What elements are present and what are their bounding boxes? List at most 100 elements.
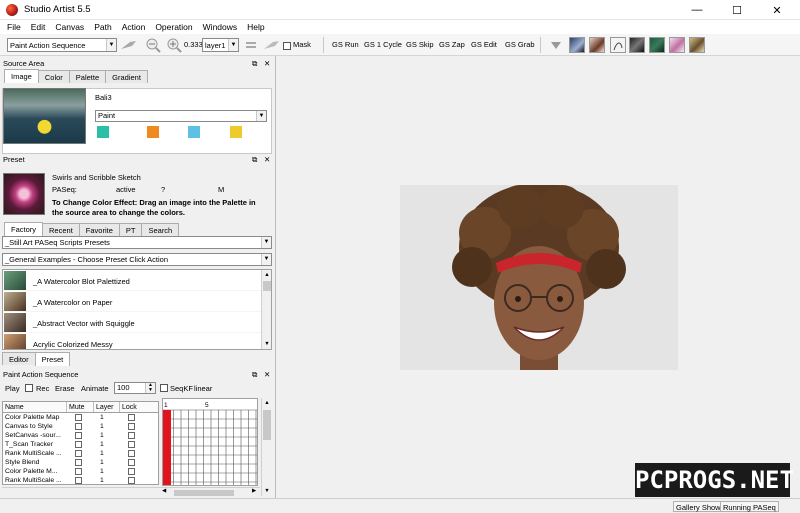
list-item[interactable]: _Abstract Vector with Squiggle: [3, 312, 271, 333]
tab-favorite[interactable]: Favorite: [78, 223, 120, 236]
lock-checkbox[interactable]: [128, 468, 135, 475]
rec-checkbox[interactable]: [25, 384, 33, 392]
mute-checkbox[interactable]: [75, 468, 82, 475]
close-icon[interactable]: ✕: [264, 369, 270, 380]
preset-category-select[interactable]: _Still Art PASeq Scripts Presets ▼: [2, 236, 272, 249]
zoom-in-icon[interactable]: [166, 37, 182, 53]
tab-gradient[interactable]: Gradient: [105, 70, 148, 83]
table-row[interactable]: T_Scan Tracker 1: [3, 440, 158, 449]
menu-help[interactable]: Help: [242, 22, 269, 32]
table-row[interactable]: Color Palette Map 1: [3, 413, 158, 422]
gs-grab-button[interactable]: GS Grab: [505, 40, 535, 49]
mute-checkbox[interactable]: [75, 450, 82, 457]
mute-checkbox[interactable]: [75, 477, 82, 484]
lock-checkbox[interactable]: [128, 441, 135, 448]
menu-action[interactable]: Action: [117, 22, 151, 32]
heart-dropdown-icon[interactable]: [547, 40, 565, 52]
scroll-up-icon[interactable]: ▲: [262, 398, 272, 408]
tab-image[interactable]: Image: [4, 69, 39, 83]
menu-canvas[interactable]: Canvas: [50, 22, 89, 32]
preset-thumb-4-icon[interactable]: [629, 37, 645, 53]
undock-icon[interactable]: ⧉: [252, 369, 257, 380]
gallery-show-status[interactable]: Gallery Show: [673, 501, 724, 512]
preset-thumb-7-icon[interactable]: [689, 37, 705, 53]
brush-icon[interactable]: [120, 39, 138, 51]
layer-stack-icon[interactable]: [244, 38, 258, 52]
minimize-button[interactable]: —: [677, 0, 717, 20]
scroll-down-icon[interactable]: ▼: [262, 339, 271, 349]
lock-checkbox[interactable]: [128, 414, 135, 421]
tab-search[interactable]: Search: [141, 223, 180, 236]
table-row[interactable]: Rank MultiScale ... 1: [3, 449, 158, 458]
preset-thumb-3-icon[interactable]: [610, 37, 626, 53]
undock-icon[interactable]: ⧉: [252, 154, 257, 165]
preset-list-scrollbar[interactable]: ▲ ▼: [261, 270, 271, 349]
canvas-area[interactable]: [277, 56, 800, 498]
tab-recent[interactable]: Recent: [42, 223, 80, 236]
paint-select[interactable]: Paint ▼: [95, 110, 267, 122]
close-button[interactable]: ✕: [757, 0, 797, 20]
list-item[interactable]: _A Watercolor on Paper: [3, 291, 271, 312]
table-row[interactable]: Rank MultiScale ... 1: [3, 476, 158, 484]
undock-icon[interactable]: ⧉: [252, 58, 257, 69]
scroll-thumb[interactable]: [263, 410, 271, 440]
scroll-thumb[interactable]: [263, 281, 271, 291]
close-icon[interactable]: ✕: [264, 154, 270, 165]
scroll-right-icon[interactable]: ▶: [252, 488, 256, 494]
gs-zap-button[interactable]: GS Zap: [439, 40, 465, 49]
stepper-arrows-icon[interactable]: ▲ ▼: [145, 383, 155, 393]
tab-palette[interactable]: Palette: [68, 70, 107, 83]
erase-button[interactable]: Erase: [55, 384, 75, 393]
menu-windows[interactable]: Windows: [198, 22, 242, 32]
gs-run-button[interactable]: GS Run: [332, 40, 359, 49]
scroll-thumb[interactable]: [174, 490, 234, 496]
animate-stepper[interactable]: 100 ▲ ▼: [114, 382, 156, 394]
menu-path[interactable]: Path: [89, 22, 117, 32]
play-button[interactable]: Play: [5, 384, 20, 393]
lock-checkbox[interactable]: [128, 432, 135, 439]
mode-select[interactable]: Paint Action Sequence ▼: [7, 38, 117, 52]
menu-file[interactable]: File: [2, 22, 26, 32]
palette-swatch-4[interactable]: [230, 126, 242, 138]
list-item[interactable]: Acrylic Colorized Messy: [3, 333, 271, 349]
timeline-hscrollbar[interactable]: ◀ ▶: [2, 487, 260, 497]
preset-thumb-5-icon[interactable]: [649, 37, 665, 53]
tab-editor[interactable]: Editor: [2, 352, 36, 365]
preset-group-select[interactable]: _General Examples - Choose Preset Click …: [2, 253, 272, 266]
table-row[interactable]: Canvas to Style 1: [3, 422, 158, 431]
table-row[interactable]: Style Blend 1: [3, 458, 158, 467]
menu-edit[interactable]: Edit: [26, 22, 51, 32]
lock-checkbox[interactable]: [128, 450, 135, 457]
mute-checkbox[interactable]: [75, 423, 82, 430]
list-item[interactable]: _A Watercolor Blot Palettized: [3, 270, 271, 291]
canvas-image[interactable]: [400, 185, 678, 370]
preset-thumb-6-icon[interactable]: [669, 37, 685, 53]
tab-preset[interactable]: Preset: [34, 352, 71, 366]
table-row[interactable]: Color Palette M... 1: [3, 467, 158, 476]
gs-1-cycle-button[interactable]: GS 1 Cycle: [364, 40, 402, 49]
timeline-scrollbar[interactable]: ▲ ▼: [261, 398, 272, 496]
table-row[interactable]: SetCanvas -sour... 1: [3, 431, 158, 440]
palette-swatch-3[interactable]: [188, 126, 200, 138]
layer-select[interactable]: layer1 ▼: [202, 38, 239, 52]
tab-color[interactable]: Color: [37, 70, 70, 83]
mute-checkbox[interactable]: [75, 432, 82, 439]
timeline-grid[interactable]: 1 5: [162, 398, 258, 486]
zoom-out-icon[interactable]: [145, 37, 161, 53]
preset-thumb-1-icon[interactable]: [569, 37, 585, 53]
tab-pt[interactable]: PT: [118, 223, 143, 236]
seqkf-checkbox[interactable]: [160, 384, 168, 392]
close-icon[interactable]: ✕: [264, 58, 270, 69]
mask-checkbox[interactable]: [283, 42, 291, 50]
mute-checkbox[interactable]: [75, 441, 82, 448]
paint-brush-icon[interactable]: [263, 39, 281, 51]
lock-checkbox[interactable]: [128, 459, 135, 466]
scroll-up-icon[interactable]: ▲: [262, 270, 271, 280]
maximize-button[interactable]: ☐: [717, 0, 757, 20]
scroll-left-icon[interactable]: ◀: [162, 488, 166, 494]
scroll-down-icon[interactable]: ▼: [262, 486, 272, 496]
gs-edit-button[interactable]: GS Edit: [471, 40, 497, 49]
menu-operation[interactable]: Operation: [150, 22, 197, 32]
palette-swatch-2[interactable]: [147, 126, 159, 138]
mute-checkbox[interactable]: [75, 414, 82, 421]
